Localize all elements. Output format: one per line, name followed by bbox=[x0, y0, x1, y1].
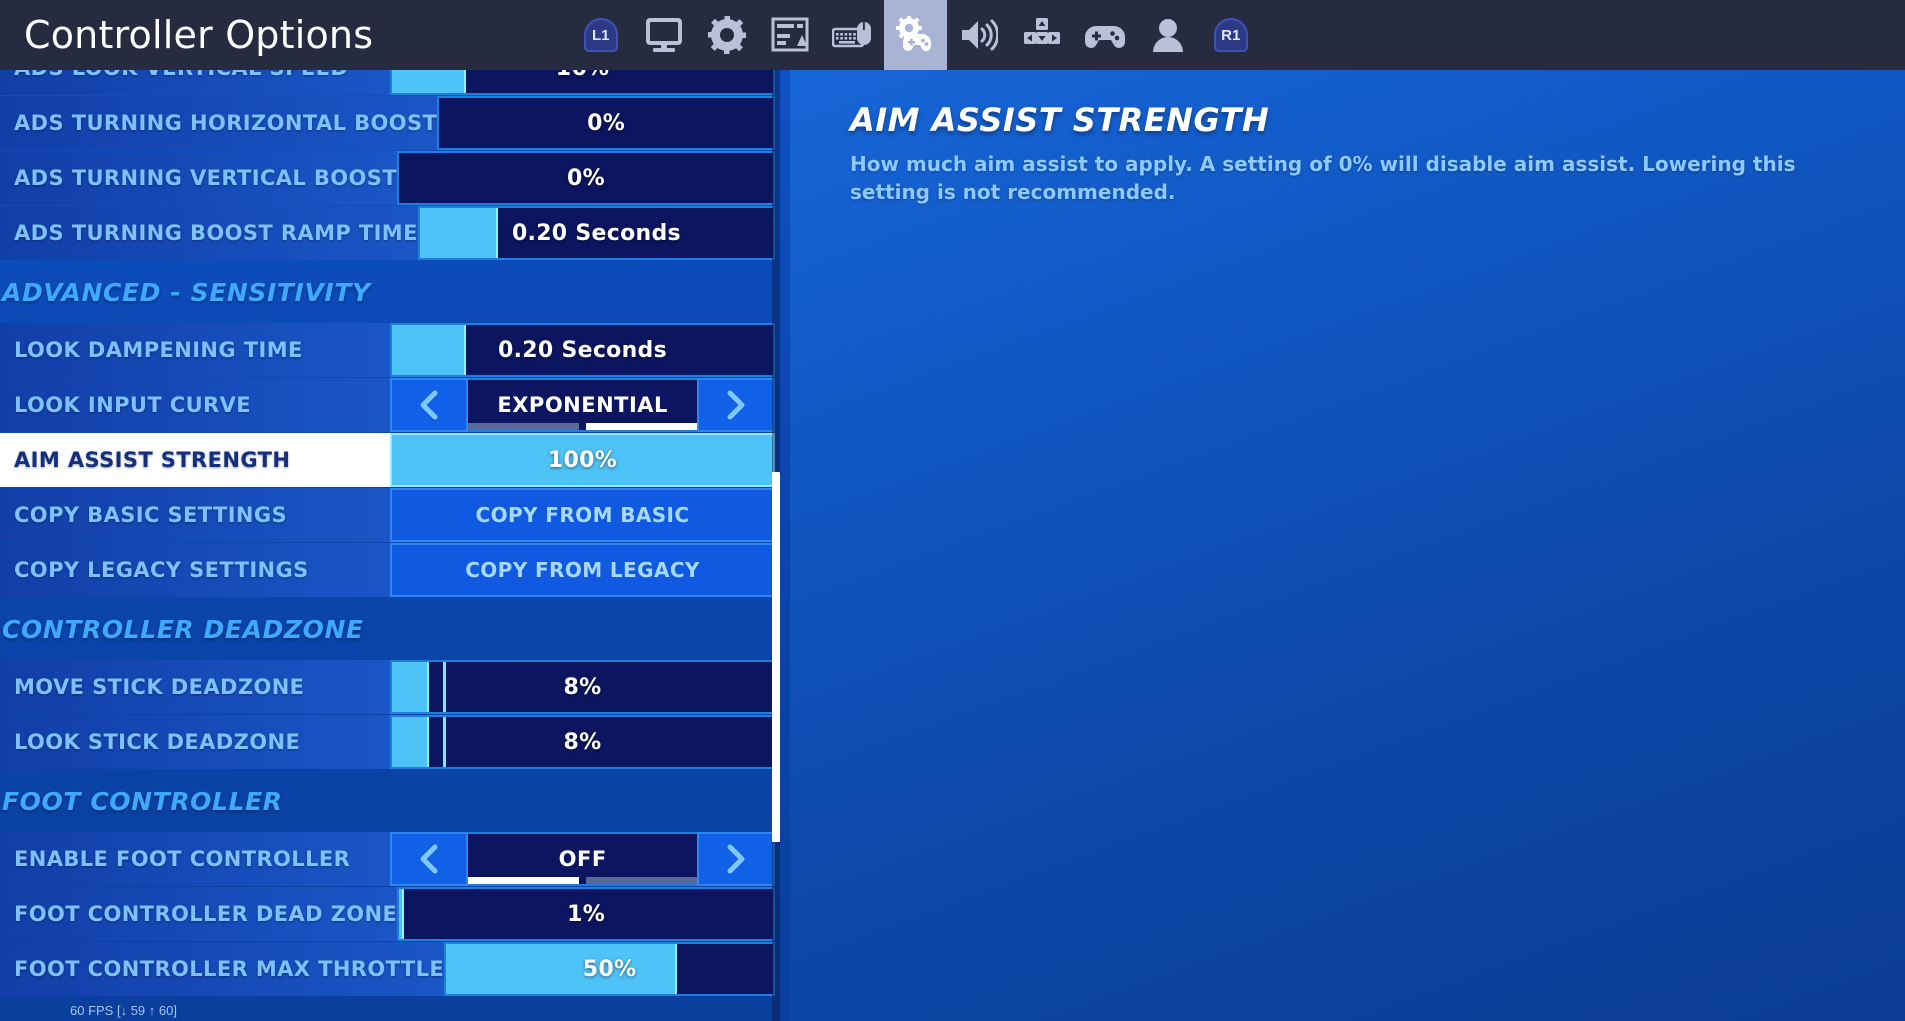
slider-value: 0.20 Seconds bbox=[511, 220, 681, 246]
nav-tab-account[interactable] bbox=[1136, 0, 1199, 70]
stepper-prev-button[interactable] bbox=[390, 832, 469, 886]
slider-value: 50% bbox=[582, 956, 637, 982]
setting-label: LOOK DAMPENING TIME bbox=[0, 323, 390, 377]
setting-row-look-stick-deadzone[interactable]: LOOK STICK DEADZONE 8% bbox=[0, 715, 775, 769]
stepper-next-button[interactable] bbox=[697, 832, 775, 886]
hud-layout-icon bbox=[771, 16, 809, 54]
setting-row-ads-turning-vertical-boost[interactable]: ADS TURNING VERTICAL BOOST 0% bbox=[0, 151, 775, 205]
setting-label: LOOK INPUT CURVE bbox=[0, 378, 391, 432]
r1-bumper-icon: R1 bbox=[1213, 18, 1248, 52]
setting-row-enable-foot-controller[interactable]: ENABLE FOOT CONTROLLER OFF bbox=[0, 832, 775, 886]
slider-value: 0.20 Seconds bbox=[498, 337, 667, 363]
stepper-segments bbox=[468, 423, 697, 430]
setting-row-look-dampening-time[interactable]: LOOK DAMPENING TIME 0.20 Seconds bbox=[0, 323, 775, 377]
controller-options-screen: Controller Options L1 R1 ADS LOOK VERTICA… bbox=[0, 0, 1905, 1021]
setting-row-ads-turning-boost-ramp-time[interactable]: ADS TURNING BOOST RAMP TIME 0.20 Seconds bbox=[0, 206, 775, 260]
setting-label: FOOT CONTROLLER DEAD ZONE bbox=[0, 887, 398, 941]
section-controller-deadzone: CONTROLLER DEADZONE bbox=[2, 614, 364, 644]
settings-tab-bar: L1 R1 bbox=[569, 0, 1262, 70]
slider-value: 0% bbox=[587, 110, 626, 136]
setting-label: MOVE STICK DEADZONE bbox=[0, 660, 390, 714]
stepper-look-input-curve[interactable]: EXPONENTIAL bbox=[390, 378, 775, 432]
detail-panel: AIM ASSIST STRENGTH How much aim assist … bbox=[790, 57, 1905, 1021]
setting-label: AIM ASSIST STRENGTH bbox=[0, 433, 390, 487]
setting-row-look-input-curve[interactable]: LOOK INPUT CURVE EXPONENTIAL bbox=[0, 378, 775, 432]
slider-ads-turning-horizontal-boost[interactable]: 0% bbox=[437, 96, 775, 150]
setting-label: COPY LEGACY SETTINGS bbox=[0, 543, 390, 597]
stepper-value: EXPONENTIAL bbox=[497, 393, 668, 417]
setting-row-foot-controller-max-throttle[interactable]: FOOT CONTROLLER MAX THROTTLE 50% bbox=[0, 942, 775, 996]
button-copy-legacy-settings[interactable]: COPY FROM LEGACY bbox=[390, 543, 775, 597]
nav-tab-hud-layout[interactable] bbox=[758, 0, 821, 70]
nav-tab-monitor[interactable] bbox=[632, 0, 695, 70]
nav-tab-speaker[interactable] bbox=[947, 0, 1010, 70]
setting-label: ADS TURNING HORIZONTAL BOOST bbox=[0, 96, 438, 150]
setting-row-copy-legacy-settings[interactable]: COPY LEGACY SETTINGS COPY FROM LEGACY bbox=[0, 543, 775, 597]
monitor-icon bbox=[645, 16, 683, 54]
nav-tab-keyboard-mouse[interactable] bbox=[821, 0, 884, 70]
nav-tab-gamepad[interactable] bbox=[1073, 0, 1136, 70]
detail-title: AIM ASSIST STRENGTH bbox=[850, 101, 1270, 139]
nav-tab-r1-bumper[interactable]: R1 bbox=[1199, 0, 1262, 70]
slider-move-stick-deadzone[interactable]: 8% bbox=[390, 660, 775, 714]
slider-value: 8% bbox=[563, 729, 602, 755]
setting-row-aim-assist-strength[interactable]: AIM ASSIST STRENGTH 100% bbox=[0, 433, 775, 487]
gamepad-icon bbox=[1084, 18, 1125, 52]
l1-bumper-icon: L1 bbox=[583, 18, 618, 52]
slider-value: 0% bbox=[567, 165, 605, 191]
page-title: Controller Options bbox=[24, 13, 374, 57]
nav-tab-controller-gear[interactable] bbox=[884, 0, 948, 70]
setting-row-foot-controller-dead-zone[interactable]: FOOT CONTROLLER DEAD ZONE 1% bbox=[0, 887, 775, 941]
detail-description: How much aim assist to apply. A setting … bbox=[850, 152, 1796, 204]
slider-look-stick-deadzone[interactable]: 8% bbox=[390, 715, 775, 769]
nav-tab-dpad[interactable] bbox=[1010, 0, 1073, 70]
slider-foot-controller-max-throttle[interactable]: 50% bbox=[444, 942, 775, 996]
nav-tab-l1-bumper[interactable]: L1 bbox=[569, 0, 632, 70]
gear-icon bbox=[707, 16, 746, 54]
setting-label: ADS TURNING VERTICAL BOOST bbox=[0, 151, 398, 205]
setting-label: ENABLE FOOT CONTROLLER bbox=[0, 832, 391, 886]
setting-row-ads-turning-horizontal-boost[interactable]: ADS TURNING HORIZONTAL BOOST 0% bbox=[0, 96, 775, 150]
fps-counter: 60 FPS [↓ 59 ↑ 60] bbox=[70, 1003, 177, 1018]
button-copy-basic-settings[interactable]: COPY FROM BASIC bbox=[390, 488, 775, 542]
setting-label: ADS TURNING BOOST RAMP TIME bbox=[0, 206, 418, 260]
slider-value: 1% bbox=[567, 901, 606, 927]
setting-label: LOOK STICK DEADZONE bbox=[0, 715, 390, 769]
main-content: ADS LOOK VERTICAL SPEED16%ADS TURNING HO… bbox=[0, 41, 1905, 1021]
setting-label: FOOT CONTROLLER MAX THROTTLE bbox=[0, 942, 445, 996]
speaker-icon bbox=[960, 16, 998, 54]
slider-look-dampening-time[interactable]: 0.20 Seconds bbox=[390, 323, 775, 377]
stepper-enable-foot-controller[interactable]: OFF bbox=[390, 832, 775, 886]
slider-ads-turning-boost-ramp-time[interactable]: 0.20 Seconds bbox=[417, 206, 775, 260]
keyboard-mouse-icon bbox=[831, 16, 874, 54]
slider-ads-turning-vertical-boost[interactable]: 0% bbox=[397, 151, 775, 205]
scrollbar-thumb[interactable] bbox=[772, 472, 780, 842]
settings-list[interactable]: ADS LOOK VERTICAL SPEED16%ADS TURNING HO… bbox=[0, 41, 775, 1005]
section-foot-controller: FOOT CONTROLLER bbox=[2, 786, 283, 816]
setting-label: COPY BASIC SETTINGS bbox=[0, 488, 390, 542]
top-bar: Controller Options L1 R1 bbox=[0, 0, 1905, 70]
slider-value: 100% bbox=[547, 447, 618, 473]
account-icon bbox=[1149, 16, 1187, 54]
slider-foot-controller-dead-zone[interactable]: 1% bbox=[397, 887, 775, 941]
setting-row-copy-basic-settings[interactable]: COPY BASIC SETTINGS COPY FROM BASIC bbox=[0, 488, 775, 542]
section-advanced-sensitivity: ADVANCED - SENSITIVITY bbox=[2, 277, 371, 307]
controller-gear-icon bbox=[895, 16, 936, 54]
stepper-value: OFF bbox=[558, 847, 607, 871]
dpad-icon bbox=[1023, 16, 1061, 54]
stepper-value-area: EXPONENTIAL bbox=[468, 378, 697, 432]
stepper-value-area: OFF bbox=[468, 832, 697, 886]
slider-aim-assist-strength[interactable]: 100% bbox=[390, 433, 775, 487]
stepper-segments bbox=[468, 877, 697, 884]
setting-row-move-stick-deadzone[interactable]: MOVE STICK DEADZONE 8% bbox=[0, 660, 775, 714]
stepper-prev-button[interactable] bbox=[390, 378, 469, 432]
slider-value: 8% bbox=[563, 674, 602, 700]
stepper-next-button[interactable] bbox=[697, 378, 775, 432]
nav-tab-gear[interactable] bbox=[695, 0, 758, 70]
